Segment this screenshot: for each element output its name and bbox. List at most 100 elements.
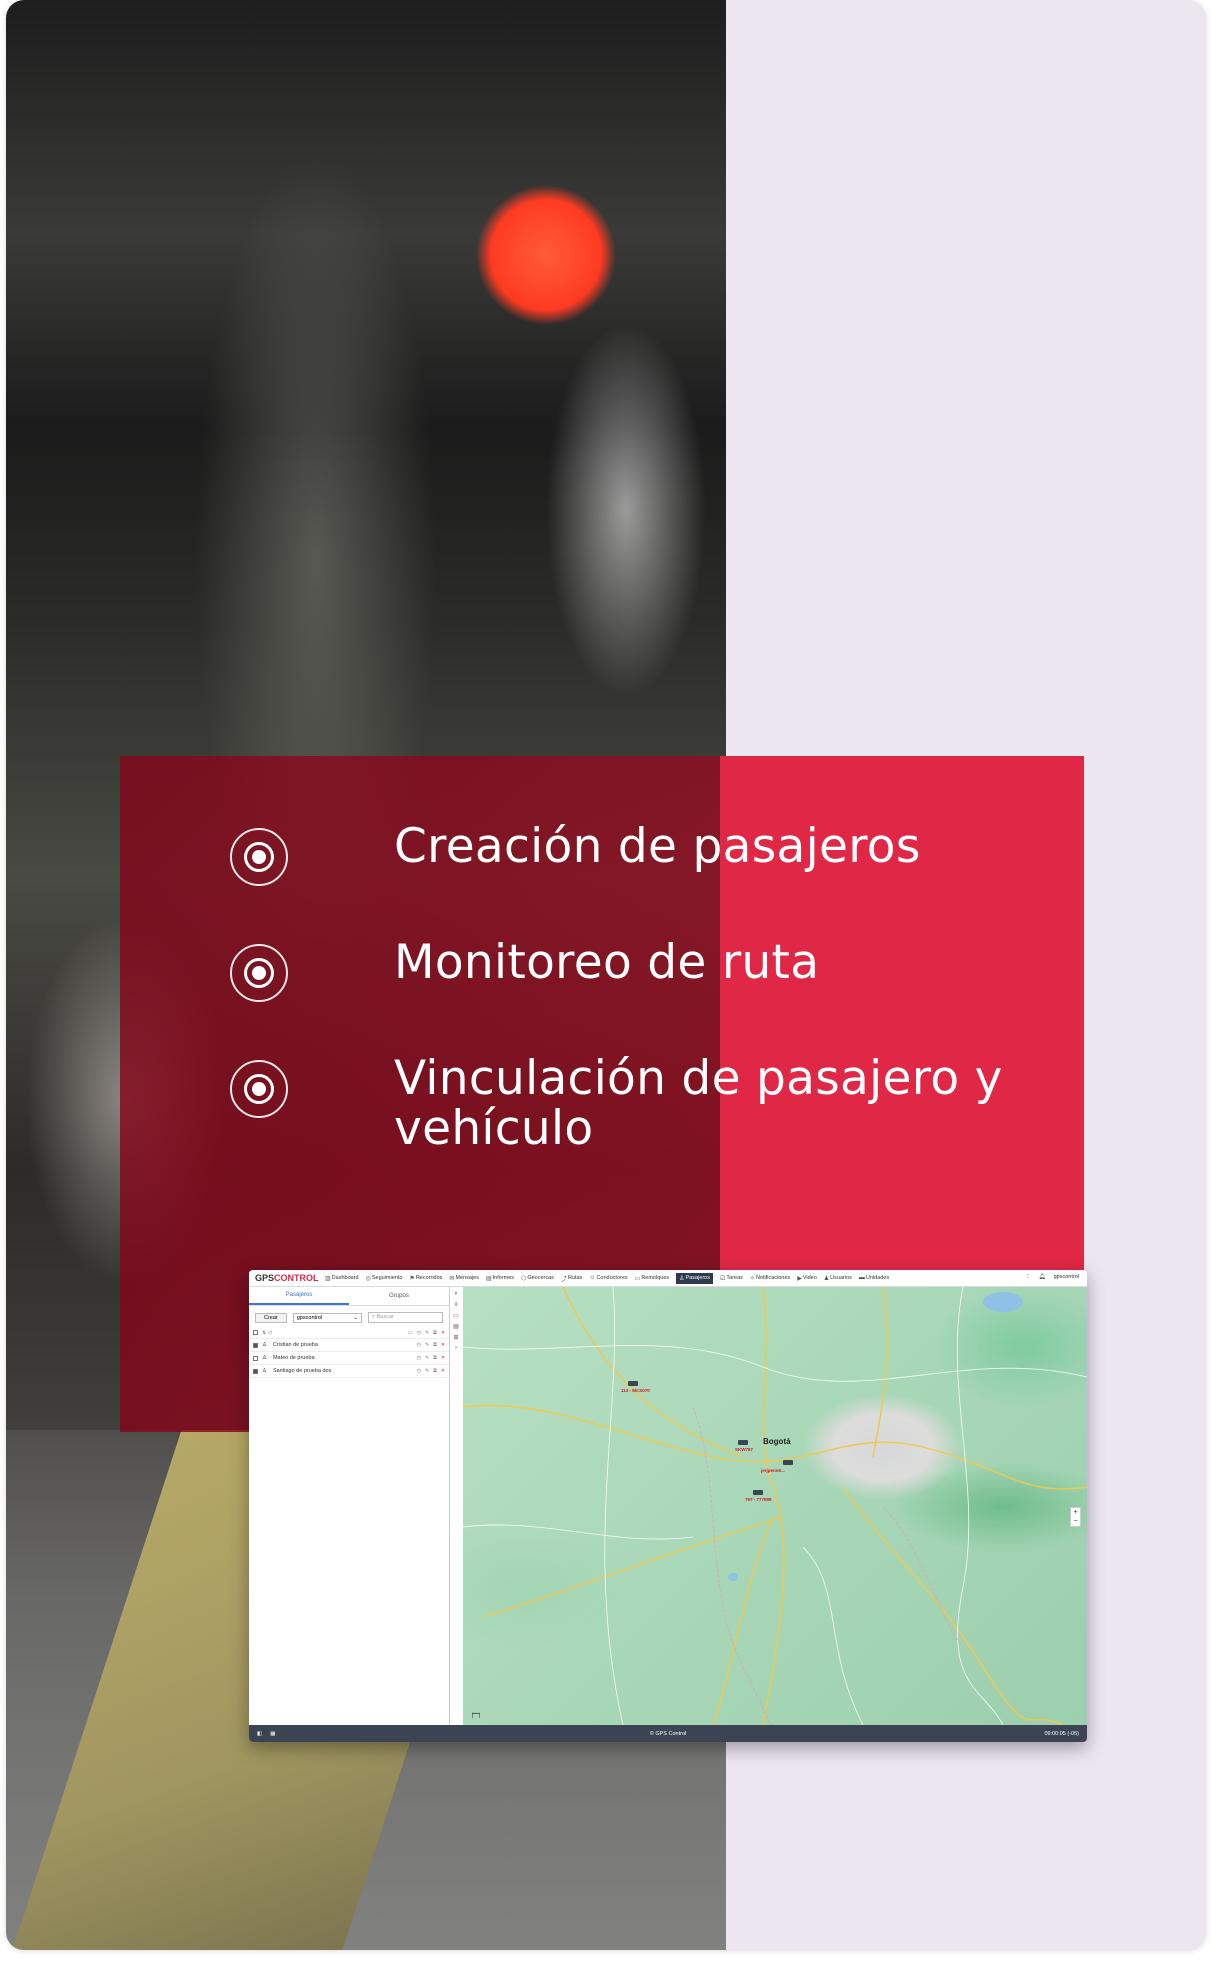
more-icon[interactable]: ⋮ [1025,1274,1031,1280]
zoom-in-button[interactable]: + [1071,1508,1080,1517]
tracking-icon: ◎ [365,1275,371,1282]
nav-item-usuarios[interactable]: ♟ Usuarios [824,1275,852,1282]
link-icon[interactable]: ⧉ [433,1368,437,1374]
passenger-name: Mateo de prueba [272,1355,315,1361]
reports-icon: ▤ [485,1275,492,1282]
feature-label: Monitoreo de ruta [394,935,820,990]
geofence-icon: ⬡ [521,1275,527,1282]
nav-item-label: Remolques [641,1275,670,1281]
zoom-out-button[interactable]: − [1071,1517,1080,1526]
edit-icon[interactable]: ✎ [425,1342,429,1348]
nav-item-informes[interactable]: ▤ Informes [486,1275,514,1282]
map-view[interactable]: Bogotá 113 - MCS070 SKW787 jerjpenn0... … [463,1287,1087,1725]
create-button[interactable]: Crear [255,1312,287,1323]
nav-item-label: Unidades [865,1275,890,1281]
layers-icon[interactable]: ≡ [454,1302,458,1308]
list-item[interactable]: ♙ Cristian de prueba ◷ ✎ ⧉ ✕ [249,1339,449,1352]
vehicle-label[interactable]: jerjpenn0... [761,1468,785,1473]
nav-item-unidades[interactable]: ▬ Unidades [859,1275,889,1281]
sort-icon[interactable]: ⇅ ◁ [262,1330,271,1336]
delete-icon[interactable]: ✕ [441,1342,445,1348]
tab-passengers[interactable]: Pasajeros [249,1287,349,1305]
nav-item-dashboard[interactable]: ▥ Dashboard [325,1275,359,1282]
gps-control-logo[interactable]: GPS CONTROL [255,1273,319,1283]
vehicle-column-icon: ▭ [407,1329,413,1336]
edit-icon[interactable]: ✎ [425,1368,429,1374]
radio-target-icon [230,944,288,1002]
nav-item-label: Tareas [726,1275,743,1281]
history-icon[interactable]: ◷ [417,1355,421,1361]
nav-item-label: Dashboard [331,1275,359,1281]
nav-item-notificaciones[interactable]: ✧ Notificaciones [750,1275,790,1282]
nav-item-label: Conductores [596,1275,628,1281]
status-bar: ◧ ▦ © GPS Control 09:00:05 (-05) [249,1725,1087,1742]
account-select[interactable]: gpscontrol ⌄ [292,1312,363,1323]
row-checkbox[interactable] [253,1355,258,1361]
select-all-checkbox[interactable] [253,1330,258,1335]
video-icon: ▶ [797,1275,802,1282]
users-icon: ♟ [823,1275,830,1282]
vehicle-label[interactable]: SKW787 [735,1447,753,1452]
copyright-text: © GPS Control [649,1730,687,1737]
nav-item-geocercas[interactable]: ⬡ Geocercas [521,1275,554,1282]
route-icon: ⤴ [560,1276,567,1283]
radio-target-icon [230,1060,288,1118]
trailer-icon: ▭ [634,1275,641,1282]
bell-icon[interactable]: 🔔︎ [1039,1274,1046,1280]
nav-item-seguimiento[interactable]: ◎ Seguimiento [366,1275,403,1282]
nav-item-label: Rutas [567,1275,583,1281]
history-icon[interactable]: ◷ [417,1368,421,1374]
user-name[interactable]: gpscontrol [1054,1274,1079,1280]
logo-control-text: CONTROL [274,1273,319,1283]
nav-item-mensajes[interactable]: ✉ Mensajes [449,1275,479,1282]
passenger-icon: ♙ [262,1368,267,1374]
account-select-value: gpscontrol [296,1314,323,1321]
nav-item-label: Notificaciones [755,1275,791,1281]
search-input[interactable]: ⌕ Buscar [368,1312,443,1323]
grid-icon[interactable]: ⊞ [453,1334,458,1341]
zoom-control: + − [1070,1507,1081,1527]
passenger-icon: ♙ [262,1342,267,1348]
nav-item-video[interactable]: ▶ Video [797,1275,817,1282]
list-item[interactable]: ♙ Mateo de prueba ◷ ✎ ⧉ ✕ [249,1352,449,1365]
radio-target-icon [230,828,288,886]
row-checkbox[interactable] [253,1368,258,1374]
tab-groups[interactable]: Grupos [349,1287,449,1305]
ruler-icon[interactable]: ▭ [453,1312,459,1319]
messages-icon: ✉ [449,1275,455,1282]
history-icon[interactable]: ◷ [417,1342,421,1348]
main-nav: ▥ Dashboard ◎ Seguimiento ⚑ Recorridos ✉ Mensaj… [325,1272,889,1284]
list-header: ⇅ ◁ ▭ ◷ ✎ ⧉ ✕ [249,1327,449,1339]
edit-icon[interactable]: ✎ [425,1355,429,1361]
expand-icon[interactable]: › [455,1345,457,1351]
passenger-name: Santiago de prueba dos [272,1368,332,1374]
row-checkbox[interactable] [253,1342,258,1348]
top-right-menu: ⋮ 🔔︎ gpscontrol [1025,1274,1079,1280]
calendar-icon[interactable]: ▤ [453,1323,459,1330]
list-item[interactable]: ♙ Santiago de prueba dos ◷ ✎ ⧉ ✕ [249,1365,449,1378]
search-map-icon[interactable]: ⌕ [454,1291,457,1298]
units-icon: ▬ [858,1275,865,1281]
delete-column-icon: ✕ [440,1329,445,1336]
nav-item-conductores[interactable]: ☺ Conductores [589,1275,627,1281]
nav-item-tareas[interactable]: ☑ Tareas [720,1275,743,1282]
link-icon[interactable]: ⧉ [433,1342,437,1348]
logo-gps-text: GPS [255,1273,275,1283]
nav-item-label: Geocercas [527,1275,554,1281]
link-column-icon: ✎ [425,1329,430,1336]
nav-item-pasajeros[interactable]: ♙ Pasajeros [676,1272,713,1284]
vehicle-label[interactable]: 757 - 777898 [745,1497,772,1502]
delete-icon[interactable]: ✕ [441,1368,445,1374]
passenger-list: ♙ Cristian de prueba ◷ ✎ ⧉ ✕ ♙ Mateo de prueba ◷… [249,1339,449,1378]
nav-item-label: Informes [492,1275,515,1281]
vehicle-label[interactable]: 113 - MCS070 [621,1388,650,1393]
delete-icon[interactable]: ✕ [441,1355,445,1361]
map-scale: ▕▔▔▏ [469,1713,483,1718]
nav-item-rutas[interactable]: ⤴ Rutas [561,1274,582,1283]
nav-item-remolques[interactable]: ▭ Remolques [635,1275,670,1282]
sidebar-controls: Crear gpscontrol ⌄ ⌕ Buscar [249,1306,449,1327]
copy-column-icon: ⧉ [433,1329,437,1336]
nav-item-recorridos[interactable]: ⚑ Recorridos [409,1275,442,1282]
nav-item-label: Video [802,1275,817,1281]
link-icon[interactable]: ⧉ [433,1355,437,1361]
